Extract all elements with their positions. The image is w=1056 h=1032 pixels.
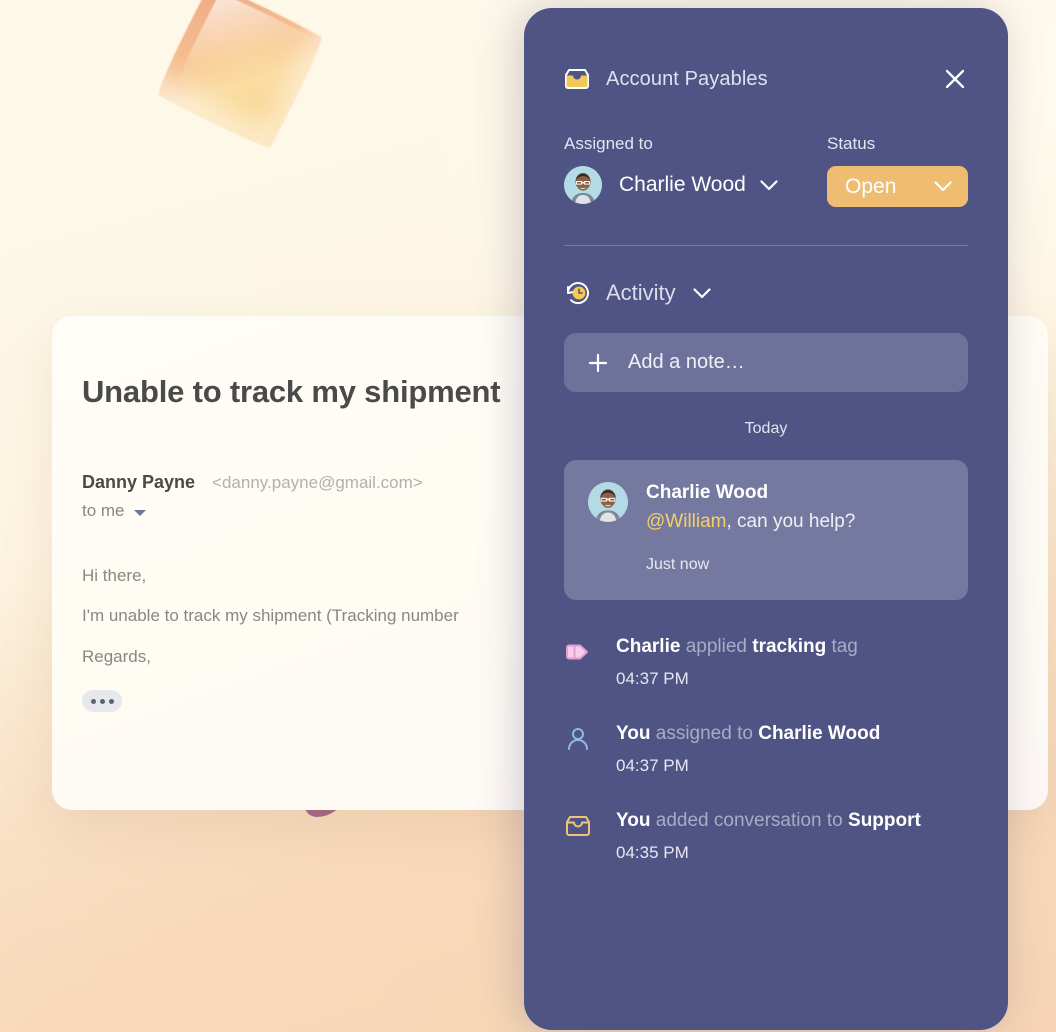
log-subject: You xyxy=(616,810,651,831)
inbox-icon xyxy=(565,69,589,89)
log-verb: assigned to xyxy=(650,723,759,744)
activity-header[interactable]: Activity xyxy=(564,279,968,307)
list-item: You assigned to Charlie Wood 04:37 PM xyxy=(564,723,968,776)
list-item: You added conversation to Support 04:35 … xyxy=(564,810,968,863)
email-meta: Danny Payne <danny.payne@gmail.com> to m… xyxy=(82,472,1048,521)
log-object: Support xyxy=(848,810,921,831)
sender-name: Danny Payne xyxy=(82,472,196,492)
person-icon xyxy=(568,728,588,750)
email-body: Hi there, I'm unable to track my shipmen… xyxy=(82,563,1048,670)
caret-down-icon xyxy=(133,509,146,516)
email-body-line: I'm unable to track my shipment (Trackin… xyxy=(82,606,459,626)
fields-row: Assigned to Charlie Wood Status Open xyxy=(564,134,968,207)
assigned-to-field: Assigned to Charlie Wood xyxy=(564,134,827,207)
email-greeting: Hi there, xyxy=(82,566,147,585)
assignee-name: Charlie Wood xyxy=(619,173,746,196)
status-value: Open xyxy=(845,174,897,198)
log-time: 04:35 PM xyxy=(616,843,689,862)
close-icon[interactable] xyxy=(942,66,968,92)
leaf-shape xyxy=(152,0,328,154)
status-label: Status xyxy=(827,134,876,153)
chevron-down-icon xyxy=(934,181,952,192)
log-line: You added conversation to Support xyxy=(616,810,921,832)
email-regards: Regards, xyxy=(82,646,151,666)
log-time: 04:37 PM xyxy=(616,756,689,775)
chevron-down-icon xyxy=(760,179,778,190)
divider xyxy=(564,245,968,246)
assigned-to-label: Assigned to xyxy=(564,134,653,153)
recipients-toggle[interactable]: to me xyxy=(82,501,1048,521)
log-line: You assigned to Charlie Wood xyxy=(616,723,880,745)
page-title: Unable to track my shipment xyxy=(82,374,501,409)
sender-email: <danny.payne@gmail.com> xyxy=(212,473,423,492)
clock-history-icon xyxy=(567,282,589,305)
ellipsis-icon[interactable] xyxy=(82,690,122,713)
inbox-icon xyxy=(566,816,590,836)
activity-title: Activity xyxy=(606,280,676,305)
panel-title: Account Payables xyxy=(606,67,768,90)
log-verb: added conversation to xyxy=(650,810,849,831)
log-object: Charlie Wood xyxy=(758,723,881,744)
sender-row: Danny Payne <danny.payne@gmail.com> xyxy=(82,472,1048,493)
log-subject: You xyxy=(616,723,651,744)
to-me-label: to me xyxy=(82,501,125,520)
status-field: Status Open xyxy=(827,134,968,207)
assignee-selector[interactable]: Charlie Wood xyxy=(564,166,827,204)
status-badge[interactable]: Open xyxy=(827,166,968,207)
panel-header: Account Payables xyxy=(564,66,968,92)
avatar xyxy=(564,166,602,204)
chevron-down-icon xyxy=(693,287,711,298)
